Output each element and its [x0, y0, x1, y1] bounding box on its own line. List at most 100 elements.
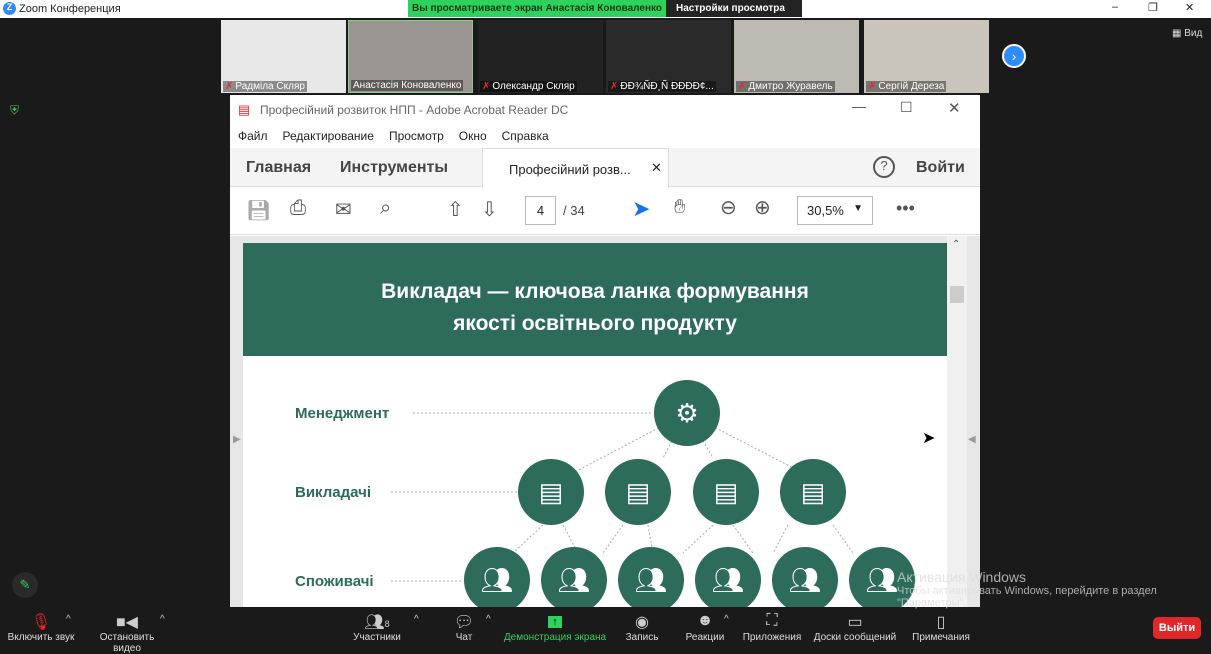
pdf-icon: ▤ [238, 102, 251, 117]
windows-activation-watermark: Активация Windows Чтобы активировать Wind… [897, 569, 1157, 609]
minimize-button[interactable]: — [852, 98, 866, 114]
label-teachers: Викладачі [295, 484, 371, 501]
security-shield-icon: ⛨ [10, 103, 20, 117]
tab-bar: Главная Инструменты Професійний розв... … [230, 148, 980, 188]
zoom-out-icon[interactable]: ⊖ [720, 195, 737, 220]
annotate-pencil-icon[interactable]: ✎ [12, 572, 38, 598]
close-button[interactable]: ✕ [1185, 1, 1194, 14]
view-button[interactable]: ▦ Вид [1172, 28, 1202, 39]
menu-file[interactable]: Файл [238, 129, 268, 143]
scroll-up-icon[interactable]: ⌃ [952, 239, 960, 250]
restore-button[interactable]: ❐ [1148, 1, 1158, 14]
next-page-icon[interactable]: ⇩ [481, 197, 498, 222]
participant-name: Дмитро Журавель [748, 81, 833, 92]
participant-name: Сергій Дереза [878, 81, 945, 92]
consumers-icon: 👥︎ [464, 547, 530, 607]
apps-button[interactable]: ⛶ Приложения [732, 612, 812, 643]
watermark-line3: "Параметры". [897, 597, 967, 609]
login-button[interactable]: Войти [916, 159, 965, 177]
participants-caret[interactable]: ^ [414, 614, 419, 625]
participant-tile[interactable]: Анастасія Коноваленко [348, 20, 473, 93]
participant-tile[interactable]: ✗ Дмитро Журавель [734, 20, 859, 93]
teacher-icon: ▤ [693, 459, 759, 525]
mic-muted-icon: ✗ [868, 81, 877, 92]
whiteboards-label: Доски сообщений [813, 632, 897, 643]
menu-edit[interactable]: Редактирование [283, 129, 374, 143]
whiteboard-icon: ▭ [847, 614, 863, 631]
view-settings-button[interactable]: Настройки просмотра ⌄ [666, 0, 802, 31]
chat-label: Чат [455, 632, 473, 643]
menu-window[interactable]: Окно [459, 129, 487, 143]
teacher-icon: ▤ [518, 459, 584, 525]
minimize-button[interactable]: – [1112, 1, 1118, 13]
mic-muted-icon: ✗ [610, 81, 619, 92]
participant-name: ÐÐ¾ÑÐ¸Ñ ÐÐÐÐ¢... [620, 81, 714, 92]
vertical-scrollbar[interactable]: ⌃ [947, 236, 967, 607]
next-page-button[interactable]: › [1002, 44, 1026, 68]
consumers-icon: 👥︎ [541, 547, 607, 607]
participants-button[interactable]: 👥︎8 Участники [337, 612, 417, 643]
mic-muted-icon: ✗ [225, 81, 234, 92]
reactions-caret[interactable]: ^ [724, 614, 729, 625]
document-view: Викладач — ключова ланка формування якост… [230, 236, 980, 607]
consumers-icon: 👥︎ [772, 547, 838, 607]
video-options-caret[interactable]: ^ [160, 614, 165, 625]
participant-tile[interactable]: ✗ Сергій Дереза [864, 20, 989, 93]
save-icon[interactable]: 💾︎ [246, 198, 271, 223]
consumers-icon: 👥︎ [695, 547, 761, 607]
participant-tile[interactable]: ✗ ÐÐ¾ÑÐ¸Ñ ÐÐÐÐ¢... [606, 20, 731, 93]
menu-view[interactable]: Просмотр [389, 129, 444, 143]
hierarchy-lines [391, 412, 854, 582]
apps-icon: ⛶ [766, 612, 778, 629]
print-icon[interactable]: ⎙ [290, 197, 306, 220]
mic-muted-icon: ✗ [738, 81, 747, 92]
search-icon[interactable]: ⌕ [380, 197, 391, 220]
page-number-input[interactable]: 4 [525, 196, 556, 225]
zoom-in-icon[interactable]: ⊕ [754, 195, 771, 220]
window-title: Zoom Конференция [19, 3, 121, 15]
hand-tool-icon[interactable]: ✋︎ [674, 196, 685, 219]
view-label: Вид [1184, 28, 1203, 39]
right-panel-toggle-icon[interactable]: ◀ [968, 434, 976, 445]
stop-video-button[interactable]: ■◀ Остановить видео [87, 612, 167, 654]
whiteboards-button[interactable]: ▭ Доски сообщений [805, 612, 905, 643]
close-button[interactable]: ✕ [948, 99, 961, 117]
acrobat-window: ▤ Професійний розвиток НПП - Adobe Acrob… [230, 95, 980, 607]
tab-home[interactable]: Главная [246, 159, 311, 177]
pdf-page: Викладач — ключова ланка формування якост… [243, 243, 947, 607]
chat-icon: 💬︎ [453, 614, 475, 631]
chat-button[interactable]: 💬︎ Чат [424, 612, 504, 643]
consumers-icon: 👥︎ [618, 547, 684, 607]
close-tab-icon[interactable]: ✕ [651, 160, 662, 176]
notes-button[interactable]: ▯ Примечания [901, 612, 981, 643]
tab-document-label: Професійний розв... [509, 162, 631, 177]
select-cursor-icon[interactable]: ➤ [632, 196, 650, 222]
chat-caret[interactable]: ^ [486, 614, 491, 625]
email-icon[interactable]: ✉ [335, 197, 352, 222]
left-panel-toggle-icon[interactable]: ▶ [233, 434, 241, 445]
menu-help[interactable]: Справка [502, 129, 549, 143]
participant-name: Радміла Скляр [235, 81, 305, 92]
view-settings-label: Настройки просмотра [676, 3, 785, 14]
leave-button[interactable]: Выйти [1153, 617, 1201, 639]
menu-bar: Файл Редактирование Просмотр Окно Справка [238, 129, 549, 143]
page-count: / 34 [563, 203, 585, 218]
prev-page-icon[interactable]: ⇧ [447, 197, 464, 222]
label-management: Менеджмент [295, 405, 390, 422]
maximize-button[interactable]: ☐ [900, 99, 913, 116]
watermark-line2: Чтобы активировать Windows, перейдите в … [897, 585, 1157, 597]
participant-tile[interactable]: ✗ Олександр Скляр [478, 20, 603, 93]
tab-document[interactable]: Професійний розв... ✕ [482, 148, 669, 188]
management-group-icon: ⚙ [654, 380, 720, 446]
scrollbar-thumb[interactable] [950, 286, 964, 303]
zoom-select[interactable]: 30,5% ▼ [797, 196, 873, 225]
more-icon[interactable]: ••• [896, 198, 915, 219]
participants-count: 8 [384, 619, 390, 629]
screen-share-banner: Вы просматриваете экран Анастасія Конова… [408, 0, 666, 17]
share-screen-button[interactable]: ↑ Демонстрация экрана [500, 612, 610, 643]
help-icon[interactable]: ? [873, 156, 895, 178]
participant-tile[interactable]: ✗ Радміла Скляр [221, 20, 346, 93]
audio-options-caret[interactable]: ^ [66, 614, 71, 625]
zoom-value: 30,5% [807, 203, 844, 218]
tab-tools[interactable]: Инструменты [340, 159, 448, 177]
